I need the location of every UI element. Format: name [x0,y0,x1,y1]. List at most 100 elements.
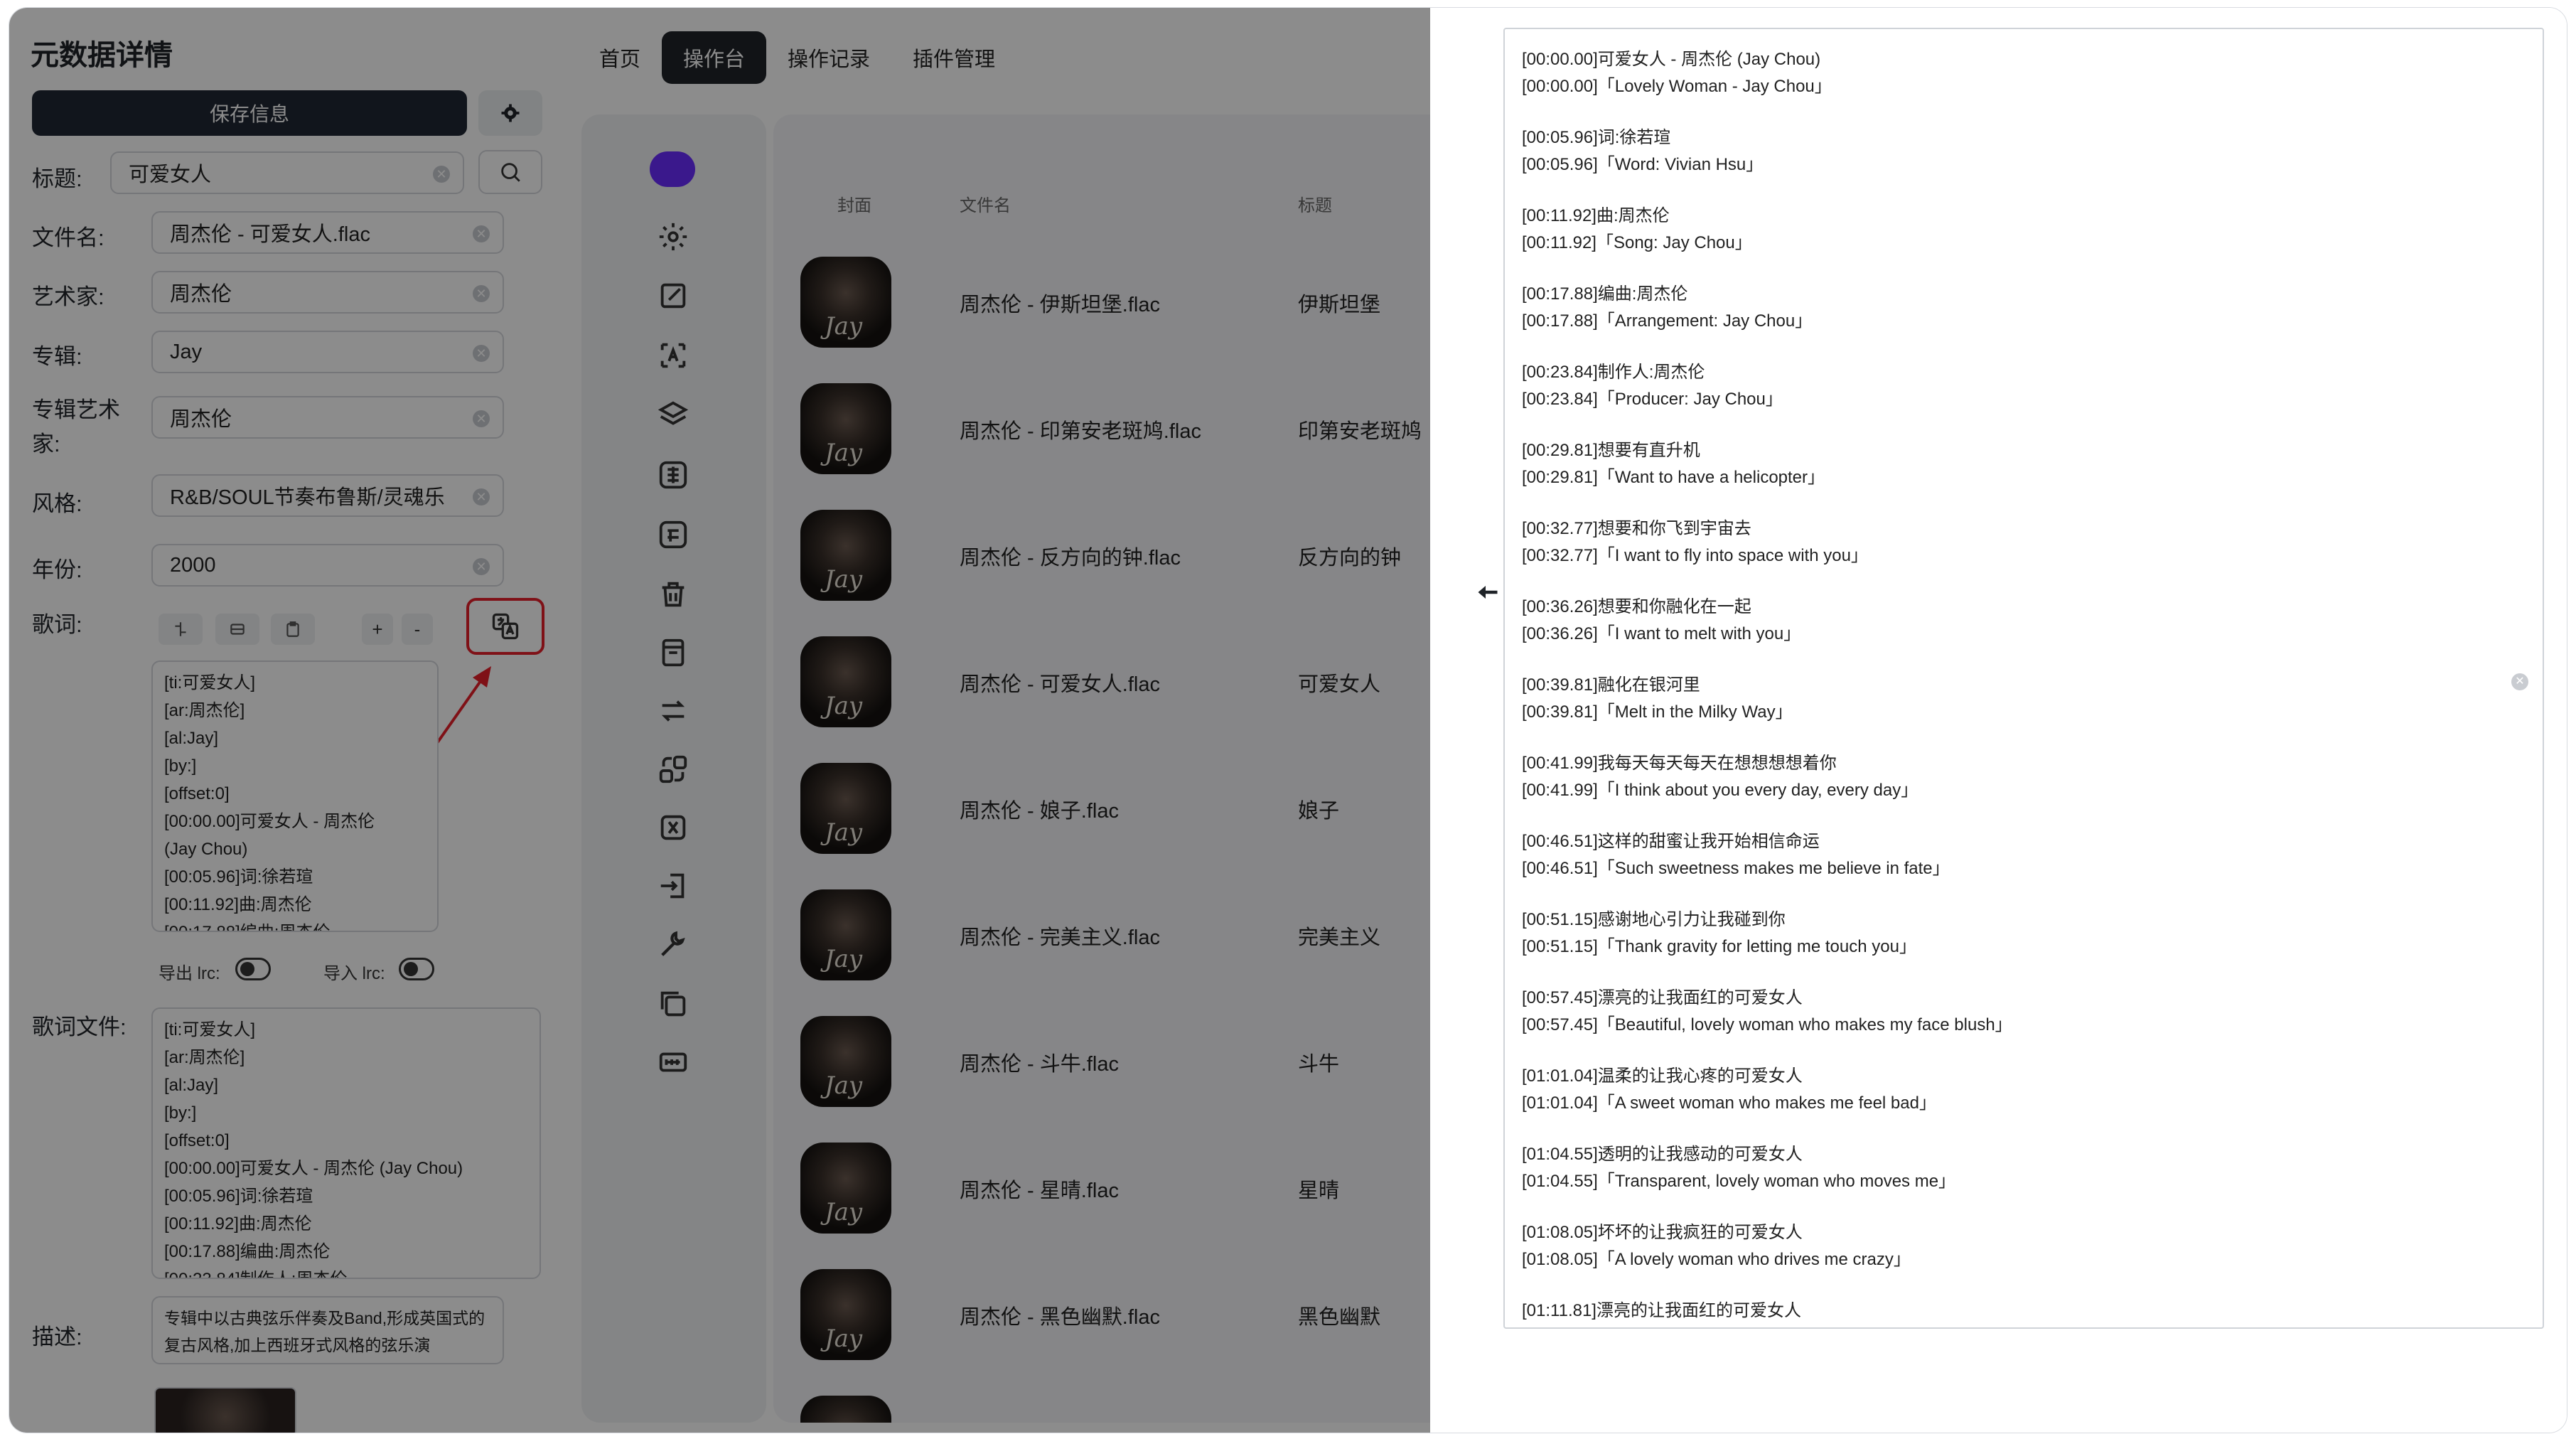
active-indicator [650,151,695,187]
header-title[interactable]: 标题 [1298,191,1332,216]
add-lyric-button[interactable] [159,614,203,645]
original-lyric-line: [00:46.51]这样的甜蜜让我开始相信命运 [1522,832,1820,851]
translated-lyrics-textarea[interactable]: [00:00.00]可爱女人 - 周杰伦 (Jay Chou) [00:00.00… [1503,28,2544,1329]
login-icon[interactable] [654,867,692,905]
save-button[interactable]: 保存信息 [32,90,467,136]
table-header: 封面 文件名 标题 [773,178,1430,228]
gear-icon[interactable] [654,218,692,256]
swap-icon[interactable] [654,692,692,730]
trash-icon[interactable] [654,575,692,614]
clear-icon[interactable]: ✕ [473,558,490,575]
translated-lyric-line: [00:39.81]「Melt in the Milky Way」 [1522,702,1793,722]
original-lyric-line: [00:23.84]制作人:周杰伦 [1522,363,1705,382]
translate-icon[interactable] [654,336,692,375]
cover-image: Jay [800,889,891,980]
row-title: 黑色幽默 [1298,1306,1381,1329]
cover-image: Jay [800,510,891,601]
clear-icon[interactable]: ✕ [473,345,490,362]
cover-text: Jay [825,312,863,341]
clear-icon[interactable]: ✕ [473,285,490,302]
lyric-pair: [01:04.55]透明的让我感动的可爱女人 [01:04.55]「Transpa… [1522,1141,2526,1195]
table-row[interactable]: Jay 周杰伦 - 星晴.flac 星晴 [773,1123,1430,1248]
title-input[interactable]: 可爱女人 ✕ [110,151,464,194]
original-lyric-line: [00:11.92]曲:周杰伦 [1522,206,1670,225]
clear-icon[interactable]: ✕ [473,488,490,505]
lyric-line: [ar:周杰伦] [164,1048,245,1067]
filename-value: 周杰伦 - 可爱女人.flac [170,223,370,246]
lyric-line: [00:00.00]可爱女人 - 周杰伦 (Jay Chou) [164,1159,463,1178]
table-row[interactable]: Jay 周杰伦 - 黑色幽默.flac 黑色幽默 [773,1249,1430,1374]
keyboard-icon[interactable] [654,1043,692,1081]
format-lyric-button[interactable] [215,614,259,645]
clear-icon[interactable]: ✕ [433,166,450,183]
file-table: 封面 文件名 标题 Jay 周杰伦 - 伊斯坦堡.flac 伊斯坦堡 Jay 周杰伦 … [773,114,1430,1423]
cover-text: Jay [825,818,863,847]
copy-icon[interactable] [654,985,692,1023]
back-button[interactable] [1472,577,1503,608]
clear-icon[interactable]: ✕ [473,410,490,427]
translated-lyric-line: [00:29.81]「Want to have a helicopter」 [1522,468,1825,487]
settings-button[interactable] [478,90,542,136]
header-filename[interactable]: 文件名 [960,191,1011,216]
lyrics-textarea[interactable]: [ti:可爱女人] [ar:周杰伦] [al:Jay] [by:] [offse… [151,660,439,932]
table-row[interactable]: Jay 周杰伦 - 伊斯坦堡.flac 伊斯坦堡 [773,237,1430,362]
album-artist-input[interactable]: 周杰伦 ✕ [151,396,504,439]
cover-image: Jay [800,1143,891,1234]
translated-lyric-line: [01:01.04]「A sweet woman who makes me fe… [1522,1093,1936,1113]
lyrics-label: 歌词: [32,612,82,637]
offset-minus-button[interactable]: - [402,614,433,645]
translated-lyric-line: [00:32.77]「I want to fly into space with… [1522,546,1868,565]
export-lrc-toggle[interactable] [235,958,271,980]
cover-text: Jay [825,692,863,720]
description-textarea[interactable]: 专辑中以古典弦乐伴奏及Band,形成英国式的复古风格,加上西班牙式风格的弦乐演 [151,1296,504,1364]
album-cover-thumbnail[interactable] [154,1387,296,1433]
genre-input[interactable]: R&B/SOUL节奏布鲁斯/灵魂乐 ✕ [151,474,504,517]
offset-plus-button[interactable]: + [362,614,393,645]
table-row[interactable]: Jay 周杰伦 - 斗牛.flac 斗牛 [773,996,1430,1121]
cover-image: Jay [800,1269,891,1360]
search-button[interactable] [478,150,542,194]
tool-sidebar [581,114,766,1423]
archive-icon[interactable] [654,633,692,672]
header-cover: 封面 [837,196,871,215]
convert-icon[interactable] [654,750,692,788]
tools-icon[interactable] [654,925,692,963]
year-input[interactable]: 2000 ✕ [151,544,504,587]
paste-lyric-button[interactable] [271,614,315,645]
layers-icon[interactable] [654,396,692,434]
lyrics-file-textarea[interactable]: [ti:可爱女人] [ar:周杰伦] [al:Jay] [by:] [offse… [151,1007,541,1279]
row-filename: 周杰伦 - 伊斯坦堡.flac [960,294,1160,316]
lyric-pair: [01:08.05]坏坏的让我疯狂的可爱女人 [01:08.05]「A lovel… [1522,1219,2526,1273]
table-row[interactable]: Jay 周杰伦 - 完美主义.flac 完美主义 [773,870,1430,995]
table-row[interactable]: Jay 周杰伦 - 印第安老斑鸠.flac 印第安老斑鸠 [773,363,1430,488]
clear-icon[interactable]: ✕ [2511,673,2528,690]
album-artist-value: 周杰伦 [170,408,232,431]
artist-value: 周杰伦 [170,283,232,306]
translate-lyrics-button[interactable] [466,598,544,655]
filename-input[interactable]: 周杰伦 - 可爱女人.flac ✕ [151,211,504,254]
lyric-pair: [00:17.88]编曲:周杰伦 [00:17.88]「Arrangement: … [1522,281,2526,335]
tab-plugins[interactable]: 插件管理 [891,31,1016,84]
edit-icon[interactable] [654,277,692,315]
import-lrc-toggle[interactable] [399,958,434,980]
album-input[interactable]: Jay ✕ [151,331,504,373]
tab-history[interactable]: 操作记录 [766,31,891,84]
gear-icon [501,104,520,122]
tab-home[interactable]: 首页 [578,31,662,84]
table-row[interactable]: Jay 周杰伦 - 反方向的钟.flac 反方向的钟 [773,490,1430,615]
translated-lyric-line: [00:57.45]「Beautiful, lovely woman who m… [1522,1015,2012,1034]
simplified-icon[interactable] [654,515,692,554]
table-row[interactable]: Jay 周杰伦 - 娘子.flac 娘子 [773,743,1430,868]
lyric-line: [00:05.96]词:徐若瑄 [164,1187,313,1206]
traditional-icon[interactable] [654,456,692,494]
artist-input[interactable]: 周杰伦 ✕ [151,271,504,314]
lyric-pair: [00:05.96]词:徐若瑄 [00:05.96]「Word: Vivian H… [1522,124,2526,178]
table-row [773,1376,1430,1423]
lyric-pair: [00:57.45]漂亮的让我面红的可爱女人 [00:57.45]「Beautif… [1522,985,2526,1039]
album-label: 专辑: [32,344,82,369]
lyric-line: [00:05.96]词:徐若瑄 [164,867,313,887]
tab-workbench[interactable]: 操作台 [662,31,767,84]
table-row[interactable]: Jay 周杰伦 - 可爱女人.flac 可爱女人 [773,616,1430,742]
tag-icon[interactable] [654,808,692,847]
clear-icon[interactable]: ✕ [473,225,490,242]
